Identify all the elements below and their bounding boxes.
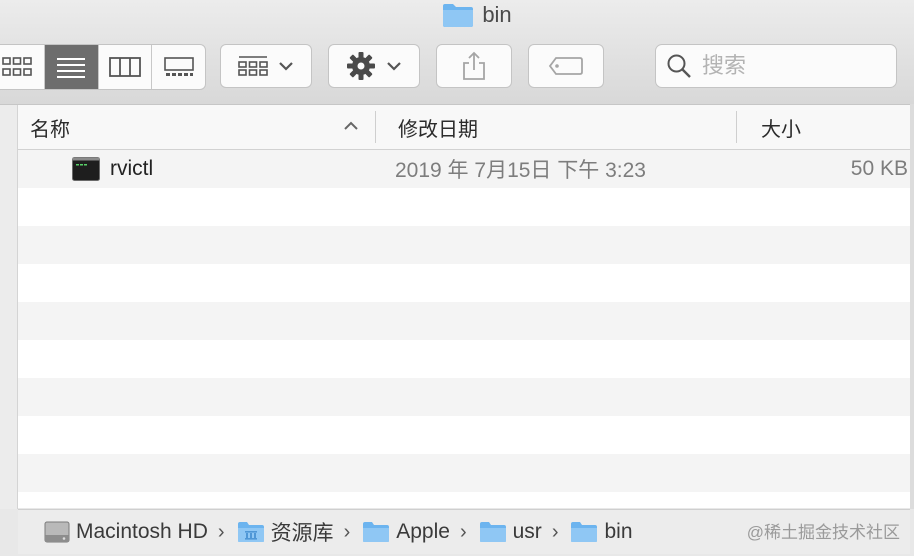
chevron-right-icon: › (551, 520, 559, 543)
column-separator[interactable] (736, 111, 737, 143)
empty-row (18, 492, 910, 508)
group-by-button[interactable] (220, 44, 312, 88)
empty-row (18, 416, 910, 454)
hard-drive-icon (44, 521, 70, 543)
chevron-right-icon: › (343, 520, 351, 543)
path-item-macintosh-hd[interactable]: Macintosh HD (44, 520, 208, 544)
tags-button[interactable] (528, 44, 604, 88)
chevron-down-icon (279, 62, 293, 71)
list-view-icon (57, 58, 86, 78)
column-separator[interactable] (375, 111, 376, 143)
gear-icon (347, 52, 375, 80)
list-view-button[interactable] (44, 45, 99, 89)
column-header-name-label: 名称 (30, 118, 70, 141)
path-item-library[interactable]: 资源库 (237, 517, 334, 547)
empty-row (18, 340, 910, 378)
icon-view-button[interactable] (0, 45, 45, 89)
chevron-right-icon: › (459, 520, 467, 543)
folder-icon (571, 522, 598, 542)
share-button[interactable] (436, 44, 512, 88)
window-title: bin (0, 2, 914, 28)
window-title-text: bin (482, 2, 512, 27)
empty-row (18, 264, 910, 302)
search-field[interactable] (655, 44, 897, 88)
file-name-cell: rvictl (72, 150, 153, 188)
column-header-modified[interactable]: 修改日期 (398, 105, 728, 149)
gallery-view-icon (163, 57, 194, 76)
file-list: rvictl 2019 年 7月15日 下午 3:23 50 KB (18, 150, 910, 508)
sidebar-edge (0, 105, 18, 509)
search-input[interactable] (700, 52, 894, 80)
column-header-name[interactable]: 名称 (30, 105, 360, 149)
chevron-down-icon (387, 62, 401, 71)
folder-icon (479, 522, 506, 542)
path-item-label: 资源库 (270, 522, 334, 545)
column-header-size[interactable]: 大小 (761, 105, 901, 149)
window-titlebar: bin (0, 0, 914, 105)
column-view-icon (108, 57, 141, 77)
empty-row (18, 378, 910, 416)
path-item-label: usr (512, 520, 542, 543)
empty-row (18, 188, 910, 226)
view-mode-control (0, 44, 206, 90)
action-button[interactable] (328, 44, 420, 88)
path-item-label: bin (604, 520, 633, 543)
path-item-usr[interactable]: usr (479, 520, 542, 544)
empty-row (18, 226, 910, 264)
column-header-size-label: 大小 (761, 118, 801, 141)
file-modified: 2019 年 7月15日 下午 3:23 (395, 159, 646, 182)
path-item-apple[interactable]: Apple (362, 520, 450, 544)
path-item-bin[interactable]: bin (570, 520, 633, 544)
terminal-exec-icon (72, 157, 100, 181)
library-folder-icon (237, 522, 264, 542)
empty-row (18, 302, 910, 340)
column-header-modified-label: 修改日期 (398, 118, 478, 141)
file-size: 50 KB (850, 157, 908, 180)
folder-icon (363, 522, 390, 542)
path-item-label: Apple (396, 520, 450, 543)
column-header-row: 名称 修改日期 大小 (18, 105, 910, 150)
group-by-icon (238, 56, 268, 76)
column-view-button[interactable] (99, 45, 153, 89)
path-item-label: Macintosh HD (76, 520, 208, 543)
icon-view-icon (2, 57, 33, 76)
empty-row (18, 454, 910, 492)
scrollbar-track[interactable] (910, 104, 914, 509)
tag-icon (548, 57, 583, 75)
file-name: rvictl (110, 157, 154, 180)
search-icon (667, 54, 691, 78)
file-size-cell: 50 KB (851, 150, 908, 188)
share-icon (463, 51, 485, 80)
folder-icon (443, 4, 474, 27)
chevron-right-icon: › (217, 520, 225, 543)
file-modified-cell: 2019 年 7月15日 下午 3:23 (395, 150, 646, 188)
file-row[interactable]: rvictl 2019 年 7月15日 下午 3:23 50 KB (18, 150, 910, 188)
sort-ascending-icon (344, 121, 358, 130)
gallery-view-button[interactable] (152, 45, 205, 89)
watermark: @稀土掘金技术社区 (746, 523, 900, 542)
